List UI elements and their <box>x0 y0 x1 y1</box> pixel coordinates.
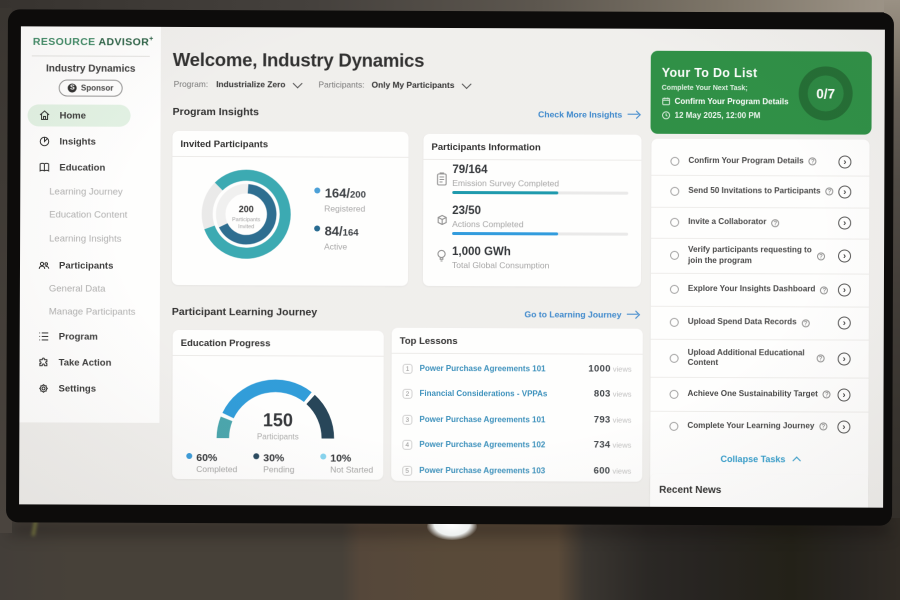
svg-text:200: 200 <box>239 204 254 214</box>
svg-text:Invited: Invited <box>238 224 254 230</box>
svg-text:0/7: 0/7 <box>816 86 835 101</box>
svg-text:Participants: Participants <box>232 217 260 223</box>
